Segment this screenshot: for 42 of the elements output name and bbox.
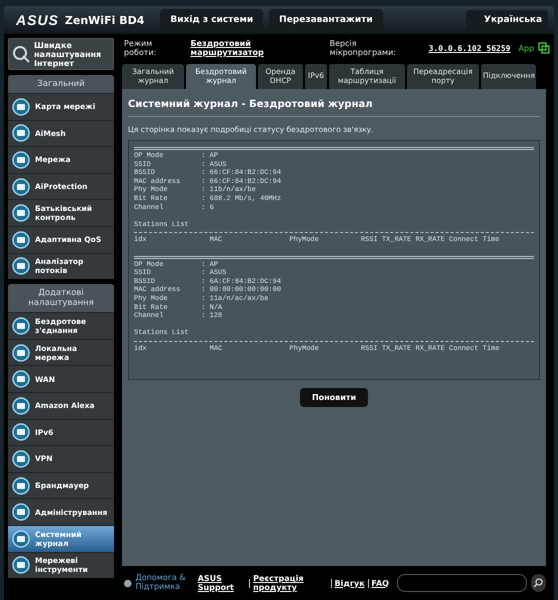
refresh-button[interactable]: Поновити [300,388,368,407]
search-field[interactable] [396,574,527,592]
help-icon [124,578,132,588]
circle-icon [12,178,30,196]
circle-icon [12,423,30,442]
circle-icon [12,230,30,249]
header-button[interactable]: Перезавантажити [269,9,383,31]
footer-link[interactable]: Реєстрація продукту [253,574,328,592]
language-dropdown[interactable]: Українська [466,10,548,30]
section-title: Додаткові налаштування [8,284,114,312]
circle-icon [12,370,30,388]
circle-icon [12,396,30,415]
footer-link[interactable]: FAQ [371,578,389,588]
mode-label: Режим роботи: [124,39,158,57]
circle-icon [12,344,30,362]
circle-icon [12,204,30,222]
search-icon [533,578,544,588]
footer-link[interactable]: ASUS Support [198,574,246,592]
circle-icon [12,124,30,142]
help-link[interactable]: Допомога & Підтримка [136,574,186,592]
circle-icon [12,530,30,548]
circle-icon [12,450,30,468]
app-label: App [518,44,534,52]
header-button[interactable]: Вихід з системи [160,9,264,31]
circle-icon [12,556,30,574]
mode-link[interactable]: Бездротовий маршрутизатор [190,39,326,57]
footer-link[interactable]: Відгук [334,578,365,588]
circle-icon [12,476,30,495]
app-icon [538,42,550,54]
model-name: ZenWiFi BD4 [64,14,144,26]
logo: ASUS [16,12,59,28]
section-title: Загальний [8,75,114,93]
quick-setup-button[interactable]: Швидке налаштування Інтернет [8,38,114,70]
circle-icon [12,316,30,335]
search-button[interactable] [530,574,546,592]
circle-icon [12,98,30,116]
firmware-link[interactable]: 3.0.0.6.102_56259 [428,44,510,52]
page-title: Системний журнал - Бездротовий журнал [128,99,374,110]
circle-icon [12,503,30,522]
firmware-label: Версія мікропрограми: [330,39,397,57]
circle-icon [12,150,30,169]
circle-icon [12,257,30,276]
